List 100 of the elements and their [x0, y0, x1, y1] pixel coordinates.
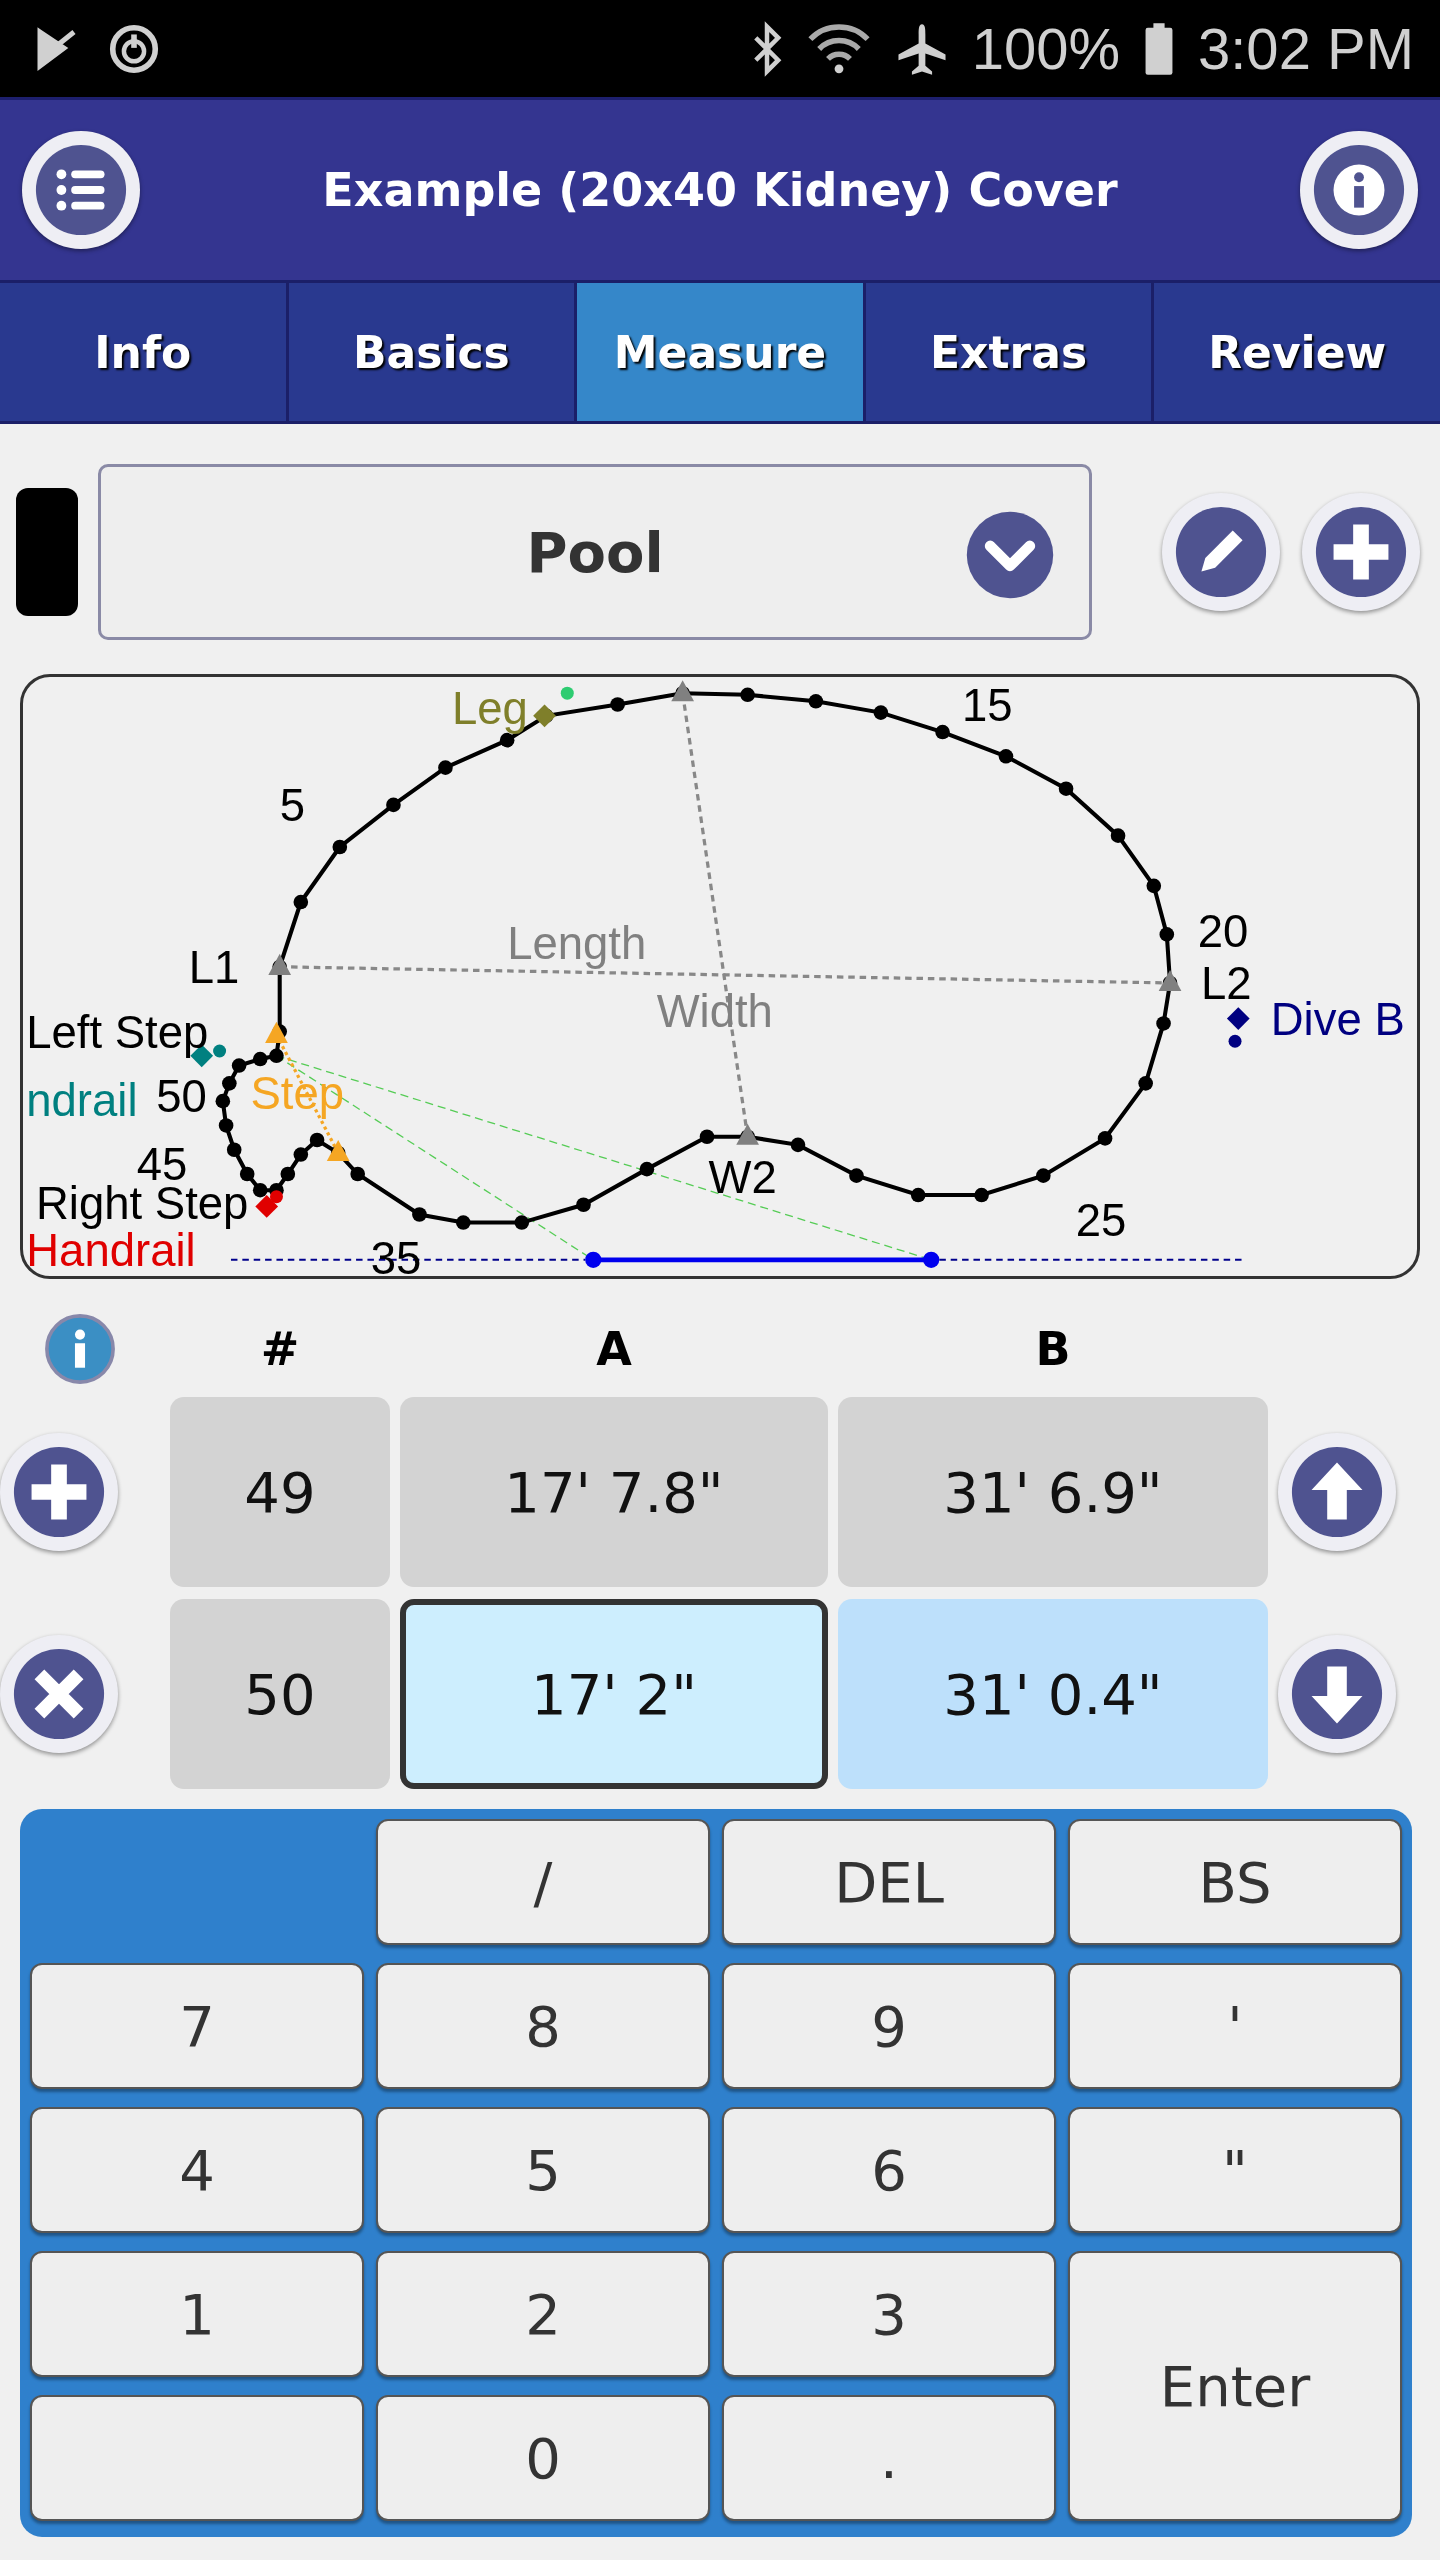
- vertex-dot: [1146, 878, 1162, 894]
- vertex-dot: [252, 1182, 268, 1198]
- vertex-dot: [350, 1166, 365, 1182]
- marker-icon: [265, 1021, 288, 1043]
- keypad-key[interactable]: .: [722, 2395, 1056, 2521]
- vertex-dot: [438, 760, 453, 775]
- keypad-key[interactable]: /: [376, 1819, 710, 1945]
- dive-marker-icon: [1226, 1007, 1250, 1048]
- keypad-key[interactable]: 3: [722, 2251, 1056, 2377]
- diagram-label: Length: [507, 917, 647, 969]
- diagram-label: ndrail: [26, 1074, 138, 1126]
- vertex-dot: [280, 1166, 296, 1182]
- vertex-dot: [293, 1147, 309, 1162]
- diagram-label: Left Step: [26, 1006, 209, 1058]
- keypad-key[interactable]: 7: [30, 1963, 364, 2089]
- clock: 3:02 PM: [1198, 15, 1414, 82]
- diagram-label: Step: [250, 1068, 345, 1120]
- vertex-dot: [309, 1132, 325, 1148]
- leg-marker-icon: [533, 686, 574, 728]
- table-cell[interactable]: 50: [170, 1599, 390, 1789]
- vertex-dot: [412, 1207, 427, 1222]
- keypad-key[interactable]: Enter: [1068, 2251, 1402, 2521]
- chevron-down-icon: [965, 510, 1055, 600]
- keypad-key[interactable]: ': [1068, 1963, 1402, 2089]
- vertex-dot: [1159, 927, 1175, 942]
- diagram-label: 15: [962, 679, 1013, 731]
- vertex-dot: [293, 894, 309, 910]
- vertex-dot: [252, 1051, 268, 1067]
- vertex-dot: [239, 1166, 255, 1182]
- tab[interactable]: Basics: [288, 283, 575, 421]
- vertex-dot: [456, 1215, 471, 1230]
- color-swatch[interactable]: [16, 488, 78, 616]
- table-cell[interactable]: 17' 7.8": [400, 1397, 828, 1587]
- vertex-dot: [1156, 1016, 1171, 1031]
- keypad-key[interactable]: 2: [376, 2251, 710, 2377]
- vertex-dot: [974, 1187, 989, 1203]
- column-header: B: [1035, 1322, 1071, 1376]
- tab[interactable]: Review: [1154, 283, 1440, 421]
- tab[interactable]: Measure: [577, 283, 863, 421]
- vertex-dot: [1036, 1168, 1051, 1183]
- vertex-dot: [231, 1058, 247, 1073]
- diagram-label: Dive B: [1270, 993, 1405, 1045]
- vertex-dot: [514, 1215, 530, 1230]
- vertex-dot: [610, 697, 625, 712]
- vertex-dot: [332, 839, 348, 855]
- diagram-label: Leg: [451, 683, 528, 734]
- vertex-dot: [499, 732, 515, 748]
- vertex-dot: [873, 705, 889, 720]
- vertex-dot: [699, 1129, 715, 1145]
- keypad-key[interactable]: DEL: [722, 1819, 1056, 1945]
- marker-icon: [268, 953, 292, 975]
- keypad-key[interactable]: 0: [376, 2395, 710, 2521]
- keypad-key[interactable]: 1: [30, 2251, 364, 2377]
- vertex-dot: [215, 1093, 231, 1109]
- vertex-dot: [269, 1048, 284, 1064]
- table-cell[interactable]: 31' 6.9": [838, 1397, 1268, 1587]
- marker-icon: [1158, 970, 1182, 992]
- diagram-label: 35: [370, 1233, 422, 1276]
- info-icon[interactable]: [44, 1313, 116, 1385]
- tab[interactable]: Info: [0, 283, 286, 421]
- table-cell[interactable]: 49: [170, 1397, 390, 1587]
- keypad-key[interactable]: BS: [1068, 1819, 1402, 1945]
- vertex-dot: [808, 694, 824, 709]
- vertex-dot: [1058, 781, 1074, 796]
- blank-key[interactable]: [30, 2395, 364, 2521]
- marker-icon: [326, 1140, 350, 1162]
- pool-dropdown[interactable]: Pool: [98, 464, 1092, 640]
- vertex-dot: [222, 1076, 237, 1091]
- diagram-label: 50: [156, 1071, 207, 1123]
- keypad-key[interactable]: ": [1068, 2107, 1402, 2233]
- vertex-dot: [790, 1137, 806, 1153]
- tab[interactable]: Extras: [865, 283, 1152, 421]
- vertex-dot: [1138, 1076, 1153, 1091]
- vertex-dot: [849, 1168, 864, 1183]
- vertex-dot: [639, 1161, 655, 1177]
- diagram-label: 5: [279, 780, 305, 832]
- vertex-dot: [910, 1187, 926, 1203]
- keypad-key[interactable]: 6: [722, 2107, 1056, 2233]
- keypad-key[interactable]: 4: [30, 2107, 364, 2233]
- keypad-key[interactable]: 5: [376, 2107, 710, 2233]
- table-cell[interactable]: 17' 2": [400, 1599, 828, 1789]
- diagram-label: 20: [1197, 906, 1249, 958]
- keypad-key[interactable]: 9: [722, 1963, 1056, 2089]
- vertex-dot: [1097, 1131, 1113, 1146]
- diagram-label: L2: [1200, 958, 1252, 1010]
- vertex-dot: [740, 687, 755, 703]
- diagram-label: 25: [1075, 1194, 1127, 1246]
- diagram-label: L1: [188, 942, 240, 993]
- column-header: A: [596, 1322, 632, 1376]
- keypad-key[interactable]: 8: [376, 1963, 710, 2089]
- battery-percent: 100%: [971, 15, 1120, 82]
- column-header: #: [260, 1322, 300, 1376]
- vertex-dot: [1110, 828, 1126, 843]
- vertex-dot: [226, 1142, 242, 1157]
- window-title: Example (20x40 Kidney) Cover: [322, 163, 1118, 217]
- vertex-dot: [998, 749, 1014, 764]
- vertex-dot: [218, 1118, 234, 1133]
- marker-icon: [736, 1123, 759, 1145]
- table-cell[interactable]: 31' 0.4": [838, 1599, 1268, 1789]
- vertex-dot: [935, 724, 950, 740]
